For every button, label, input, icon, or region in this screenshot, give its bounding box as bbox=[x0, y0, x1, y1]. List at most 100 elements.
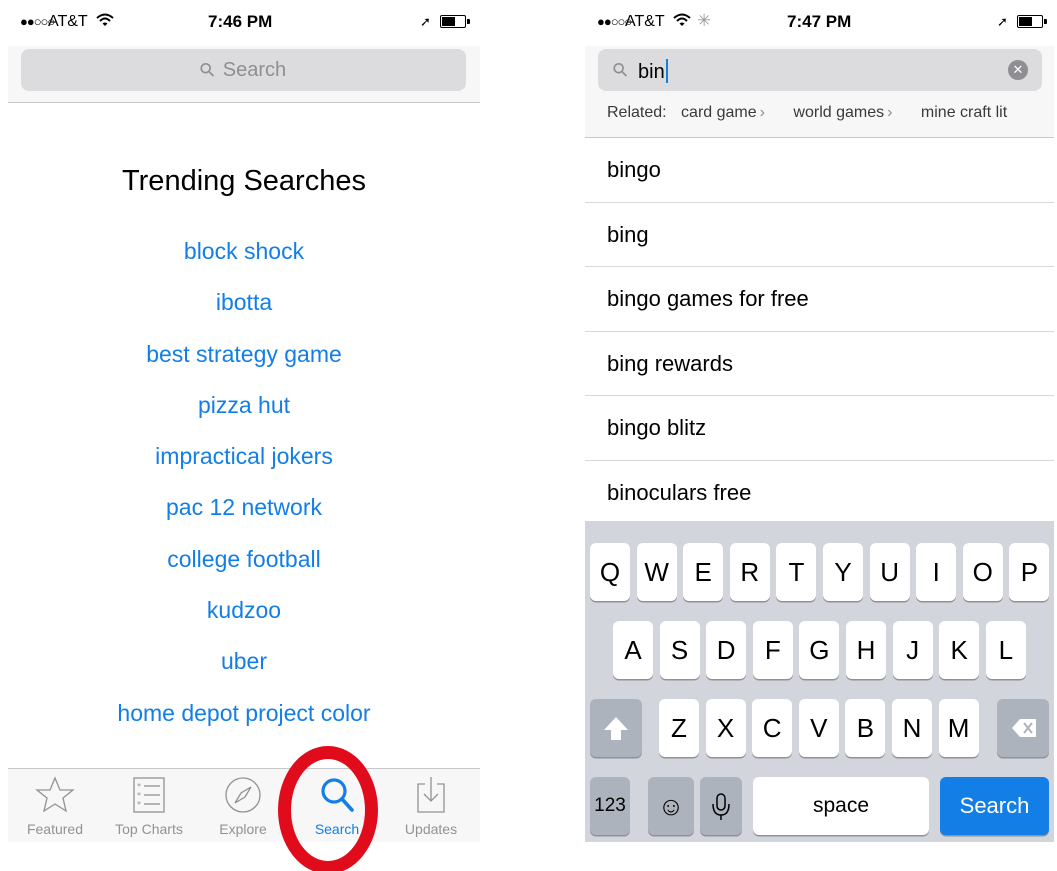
carrier-name: AT&T bbox=[48, 13, 88, 30]
wifi-icon bbox=[673, 13, 691, 31]
suggestion-item[interactable]: bing bbox=[585, 203, 1054, 268]
trending-item[interactable]: kudzoo bbox=[8, 592, 480, 643]
key-y[interactable]: Y bbox=[823, 543, 863, 601]
key-l[interactable]: L bbox=[985, 621, 1026, 679]
compass-icon bbox=[196, 775, 290, 815]
tab-top-charts[interactable]: * * * Top Charts bbox=[102, 769, 196, 842]
suggestion-list: bingo bing bingo games for free bing rew… bbox=[585, 137, 1054, 526]
trending-list: block shock ibotta best strategy game pi… bbox=[8, 233, 480, 746]
trending-screen: ●●○○○ AT&T 7:46 PM ➚ ⚲ Search Trending Se… bbox=[8, 0, 480, 842]
key-r[interactable]: R bbox=[729, 543, 770, 601]
key-n[interactable]: N bbox=[892, 699, 932, 757]
related-item[interactable]: world games › bbox=[793, 104, 892, 121]
svg-text:*: * bbox=[137, 791, 141, 800]
suggestion-item[interactable]: bing rewards bbox=[585, 332, 1054, 397]
trending-item[interactable]: pac 12 network bbox=[8, 489, 480, 540]
key-w[interactable]: W bbox=[636, 543, 677, 601]
key-c[interactable]: C bbox=[752, 699, 793, 757]
carrier-name: AT&T bbox=[625, 13, 665, 30]
suggestion-item[interactable]: bingo blitz bbox=[585, 396, 1054, 461]
key-e[interactable]: E bbox=[683, 543, 724, 601]
battery-icon bbox=[1017, 15, 1047, 28]
star-icon bbox=[8, 775, 102, 815]
search-key[interactable]: Search bbox=[940, 777, 1049, 835]
related-item[interactable]: mine craft lit bbox=[921, 104, 1007, 121]
key-f[interactable]: F bbox=[752, 621, 793, 679]
search-icon: ⚲ bbox=[195, 58, 221, 83]
dictation-key[interactable] bbox=[700, 777, 742, 835]
text-caret bbox=[665, 59, 668, 83]
location-arrow-icon: ➚ bbox=[997, 14, 1008, 29]
search-input[interactable]: ⚲ bin ✕ bbox=[598, 49, 1042, 91]
key-h[interactable]: H bbox=[846, 621, 886, 679]
activity-spinner-icon: ✳ bbox=[697, 11, 712, 30]
search-bar: ⚲ bin ✕ bbox=[585, 46, 1054, 137]
key-d[interactable]: D bbox=[706, 621, 747, 679]
suggestion-item[interactable]: bingo bbox=[585, 138, 1054, 203]
keyboard: 123 ☺ space Search QWERTYUIOP ASDFGHJKL ZX… bbox=[585, 521, 1054, 842]
trending-item[interactable]: home depot project color bbox=[8, 695, 480, 746]
search-screen: ●●○○○ AT&T ✳ 7:47 PM ➚ ⚲ bin ✕ Related: … bbox=[585, 0, 1054, 842]
tab-featured[interactable]: Featured bbox=[8, 769, 102, 842]
status-bar: ●●○○○ AT&T 7:46 PM ➚ bbox=[8, 0, 480, 46]
search-icon: ⚲ bbox=[608, 58, 634, 83]
key-g[interactable]: G bbox=[799, 621, 840, 679]
trending-item[interactable]: ibotta bbox=[8, 284, 480, 335]
emoji-icon: ☺ bbox=[657, 791, 685, 821]
key-q[interactable]: Q bbox=[590, 543, 630, 601]
key-u[interactable]: U bbox=[869, 543, 910, 601]
trending-title: Trending Searches bbox=[122, 165, 366, 197]
delete-key[interactable] bbox=[997, 699, 1049, 757]
emoji-key[interactable]: ☺ bbox=[648, 777, 694, 835]
search-bar: ⚲ Search bbox=[8, 46, 480, 103]
key-i[interactable]: I bbox=[916, 543, 957, 601]
status-time: 7:46 PM bbox=[208, 12, 273, 31]
related-item[interactable]: card game › bbox=[681, 104, 765, 121]
status-time: 7:47 PM bbox=[787, 12, 852, 31]
numbers-key[interactable]: 123 bbox=[590, 777, 630, 835]
key-x[interactable]: X bbox=[705, 699, 746, 757]
svg-text:*: * bbox=[137, 800, 141, 809]
suggestion-item[interactable]: binoculars free bbox=[585, 461, 1054, 526]
search-query: bin bbox=[638, 61, 665, 83]
download-icon bbox=[384, 775, 478, 815]
key-v[interactable]: V bbox=[798, 699, 839, 757]
tab-updates[interactable]: Updates bbox=[384, 769, 478, 842]
key-b[interactable]: B bbox=[845, 699, 886, 757]
trending-item[interactable]: college football bbox=[8, 541, 480, 592]
search-input[interactable]: ⚲ Search bbox=[21, 49, 466, 91]
key-m[interactable]: M bbox=[938, 699, 979, 757]
key-o[interactable]: O bbox=[962, 543, 1003, 601]
chevron-right-icon: › bbox=[759, 104, 765, 121]
microphone-icon bbox=[712, 793, 730, 820]
tab-explore[interactable]: Explore bbox=[196, 769, 290, 842]
tab-bar: Featured * * * Top Charts Explore Search U… bbox=[8, 768, 480, 842]
status-bar: ●●○○○ AT&T ✳ 7:47 PM ➚ bbox=[585, 0, 1054, 46]
key-t[interactable]: T bbox=[776, 543, 817, 601]
key-k[interactable]: K bbox=[939, 621, 980, 679]
list-icon: * * * bbox=[102, 775, 196, 815]
trending-item[interactable]: best strategy game bbox=[8, 336, 480, 387]
clear-icon[interactable]: ✕ bbox=[1008, 60, 1028, 80]
trending-item[interactable]: impractical jokers bbox=[8, 438, 480, 489]
shift-icon bbox=[604, 717, 628, 740]
suggestion-item[interactable]: bingo games for free bbox=[585, 267, 1054, 332]
shift-key[interactable] bbox=[590, 699, 642, 757]
wifi-icon bbox=[96, 13, 114, 31]
chevron-right-icon: › bbox=[887, 104, 893, 121]
svg-text:*: * bbox=[137, 782, 141, 791]
trending-item[interactable]: block shock bbox=[8, 233, 480, 284]
related-searches: Related: card game › world games › mine cr… bbox=[607, 104, 1008, 121]
trending-item[interactable]: pizza hut bbox=[8, 387, 480, 438]
location-arrow-icon: ➚ bbox=[420, 14, 431, 29]
key-j[interactable]: J bbox=[892, 621, 933, 679]
key-z[interactable]: Z bbox=[659, 699, 699, 757]
space-key[interactable]: space bbox=[753, 777, 929, 835]
battery-icon bbox=[440, 15, 470, 28]
key-a[interactable]: A bbox=[613, 621, 653, 679]
trending-item[interactable]: uber bbox=[8, 643, 480, 694]
key-p[interactable]: P bbox=[1009, 543, 1050, 601]
backspace-icon bbox=[1012, 719, 1036, 737]
tab-search[interactable]: Search bbox=[290, 769, 384, 842]
key-s[interactable]: S bbox=[659, 621, 700, 679]
